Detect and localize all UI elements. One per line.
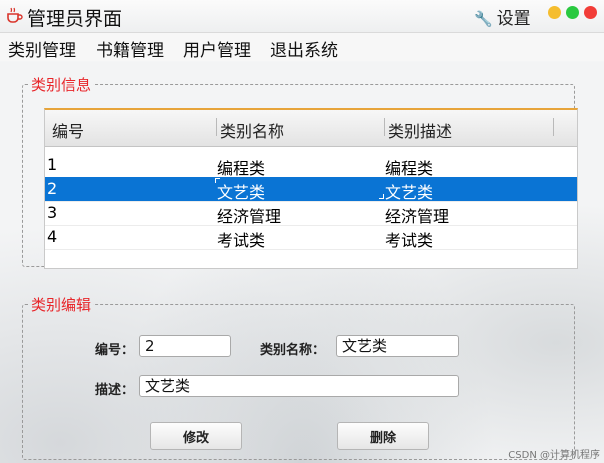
table-row-selected[interactable]: 2 文艺类 文艺类	[45, 177, 577, 202]
cell-id: 4	[47, 227, 58, 246]
column-header-description[interactable]: 类别描述	[388, 118, 452, 142]
column-header-name[interactable]: 类别名称	[220, 118, 284, 142]
table-header: 编号 类别名称 类别描述	[45, 110, 577, 147]
cell-id: 3	[47, 203, 58, 222]
menu-exit-system[interactable]: 退出系统	[270, 36, 338, 61]
menu-bar: 类别管理 书籍管理 用户管理 退出系统	[0, 33, 604, 61]
table-row[interactable]: 1 编程类 编程类	[45, 153, 577, 178]
settings-button[interactable]: 🔧 设置	[474, 4, 531, 29]
close-button[interactable]	[584, 6, 597, 19]
minimize-button[interactable]	[548, 6, 561, 19]
wrench-icon: 🔧	[474, 10, 493, 28]
table-row[interactable]: 3 经济管理 经济管理	[45, 201, 577, 226]
id-label: 编号：	[95, 343, 135, 358]
category-edit-legend: 类别编辑	[31, 296, 92, 314]
cell-name: 编程类	[217, 159, 266, 178]
column-divider[interactable]	[216, 118, 217, 136]
menu-book-management[interactable]: 书籍管理	[96, 36, 164, 61]
cell-focus-corner	[379, 194, 384, 199]
settings-label: 设置	[496, 9, 531, 29]
maximize-button[interactable]	[566, 6, 579, 19]
window-title: 管理员界面	[27, 8, 123, 30]
category-info-panel: 类别信息 编号 类别名称 类别描述 1 编程类 编程类 2 文艺类 文艺类 3 …	[22, 74, 578, 269]
cell-id: 2	[47, 179, 58, 198]
description-input[interactable]: 文艺类	[139, 375, 459, 397]
id-input[interactable]: 2	[139, 335, 231, 357]
category-table[interactable]: 编号 类别名称 类别描述 1 编程类 编程类 2 文艺类 文艺类 3 经济管理 …	[44, 108, 578, 269]
table-row[interactable]: 4 考试类 考试类	[45, 225, 577, 250]
column-divider[interactable]	[384, 118, 385, 136]
watermark: CSDN @计算机程序	[508, 450, 600, 461]
cell-description: 编程类	[385, 159, 434, 178]
menu-user-management[interactable]: 用户管理	[183, 36, 251, 61]
category-name-input[interactable]: 文艺类	[336, 335, 459, 357]
cell-description: 考试类	[385, 231, 434, 250]
description-label: 描述：	[95, 383, 135, 398]
column-header-id[interactable]: 编号	[52, 118, 84, 142]
cell-name: 文艺类	[217, 183, 266, 202]
main-content: 类别信息 编号 类别名称 类别描述 1 编程类 编程类 2 文艺类 文艺类 3 …	[0, 62, 604, 463]
cell-name: 经济管理	[217, 207, 282, 226]
delete-button[interactable]: 删除	[337, 422, 429, 450]
coffee-cup-icon	[7, 7, 23, 23]
cell-name: 考试类	[217, 231, 266, 250]
category-name-label: 类别名称：	[260, 343, 326, 358]
cell-description: 经济管理	[385, 207, 450, 226]
column-divider[interactable]	[553, 118, 554, 136]
menu-category-management[interactable]: 类别管理	[8, 36, 76, 61]
modify-button[interactable]: 修改	[150, 422, 242, 450]
cell-description: 文艺类	[385, 183, 434, 202]
cell-id: 1	[47, 155, 58, 174]
title-bar: 管理员界面 🔧 设置	[0, 0, 604, 33]
category-info-legend: 类别信息	[31, 76, 92, 94]
category-edit-panel: 类别编辑 编号： 2 类别名称： 文艺类 描述： 文艺类 修改 删除	[22, 294, 575, 460]
